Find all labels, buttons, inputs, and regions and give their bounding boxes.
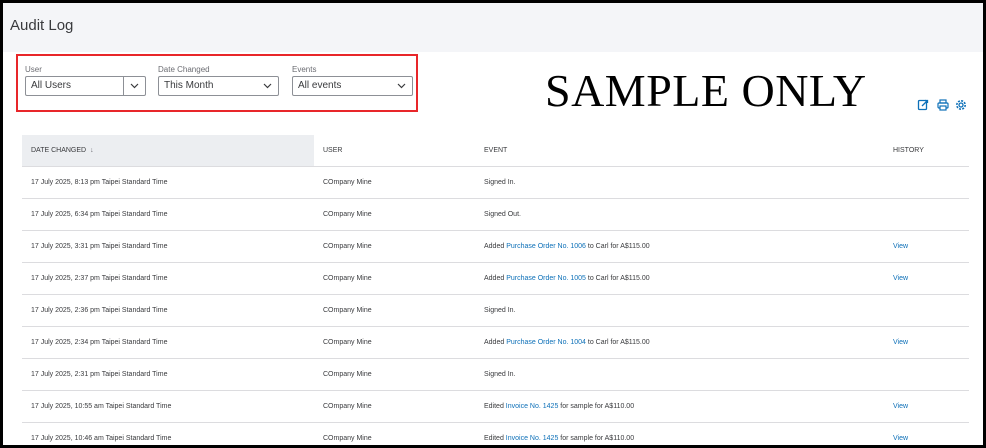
row-event-link[interactable]: Purchase Order No. 1005	[506, 275, 586, 282]
chevron-down-icon	[397, 83, 406, 89]
date-changed-filter-label: Date Changed	[158, 65, 210, 74]
table-row: 17 July 2025, 10:55 am Taipei Standard T…	[22, 391, 969, 423]
row-event: Added Purchase Order No. 1006 to Carl fo…	[484, 231, 650, 262]
row-user: COmpany Mine	[323, 371, 372, 378]
events-filter-label: Events	[292, 65, 317, 74]
row-date: 17 July 2025, 2:36 pm Taipei Standard Ti…	[31, 307, 168, 314]
chevron-down-icon	[263, 83, 272, 89]
page-header: Audit Log	[3, 3, 983, 52]
table-row: 17 July 2025, 8:13 pm Taipei Standard Ti…	[22, 167, 969, 199]
row-user: COmpany Mine	[323, 179, 372, 186]
table-row: 17 July 2025, 2:36 pm Taipei Standard Ti…	[22, 295, 969, 327]
table-row: 17 July 2025, 3:31 pm Taipei Standard Ti…	[22, 231, 969, 263]
row-event: Edited Invoice No. 1425 for sample for A…	[484, 391, 634, 422]
history-view-link[interactable]: View	[893, 327, 908, 358]
row-event-text: Edited	[484, 435, 506, 442]
row-event-suffix: for sample for A$110.00	[558, 435, 635, 442]
date-changed-filter: Date Changed This Month	[158, 65, 279, 96]
row-event: Added Purchase Order No. 1004 to Carl fo…	[484, 327, 650, 358]
row-date: 17 July 2025, 3:31 pm Taipei Standard Ti…	[31, 243, 168, 250]
row-event-link[interactable]: Purchase Order No. 1006	[506, 243, 586, 250]
column-header-event: EVENT	[484, 147, 508, 154]
row-date: 17 July 2025, 8:13 pm Taipei Standard Ti…	[31, 179, 168, 186]
filters-highlight-box: User All Users Date Changed This Month E…	[16, 54, 418, 112]
settings-icon[interactable]	[955, 99, 967, 111]
row-event-suffix: to Carl for A$115.00	[585, 243, 650, 250]
events-filter: Events All events	[292, 65, 413, 96]
history-view-link[interactable]: View	[893, 231, 908, 262]
row-user: COmpany Mine	[323, 211, 372, 218]
row-event-text: Signed In.	[484, 371, 516, 378]
history-view-link[interactable]: View	[893, 423, 908, 445]
user-filter-label: User	[25, 65, 42, 74]
table-header: DATE CHANGED ↓ USER EVENT HISTORY	[22, 135, 969, 167]
row-event-link[interactable]: Invoice No. 1425	[506, 403, 559, 410]
events-select-value: All events	[298, 80, 342, 91]
table-row: 17 July 2025, 6:34 pm Taipei Standard Ti…	[22, 199, 969, 231]
row-event-text: Added	[484, 339, 507, 346]
row-event-text: Added	[484, 275, 507, 282]
select-divider	[123, 77, 124, 95]
history-view-link[interactable]: View	[893, 263, 908, 294]
row-event: Edited Invoice No. 1425 for sample for A…	[484, 423, 635, 445]
row-date: 17 July 2025, 2:34 pm Taipei Standard Ti…	[31, 339, 168, 346]
row-event-link[interactable]: Purchase Order No. 1004	[506, 339, 586, 346]
page-title: Audit Log	[10, 17, 74, 34]
audit-log-window: Audit Log User All Users Date Changed Th…	[0, 0, 986, 448]
row-user: COmpany Mine	[323, 275, 372, 282]
row-user: COmpany Mine	[323, 403, 372, 410]
row-event-text: Signed In.	[484, 179, 516, 186]
column-header-user: USER	[323, 147, 343, 154]
column-header-date-changed[interactable]: DATE CHANGED ↓	[22, 135, 314, 166]
chevron-down-icon	[130, 83, 139, 89]
column-header-history: HISTORY	[893, 147, 924, 154]
column-header-date-changed-label: DATE CHANGED	[31, 147, 87, 154]
export-icon[interactable]	[917, 99, 929, 111]
row-user: COmpany Mine	[323, 307, 372, 314]
user-select[interactable]: All Users	[25, 76, 146, 96]
row-event: Signed In.	[484, 359, 516, 390]
row-event-text: Edited	[484, 403, 506, 410]
user-select-value: All Users	[31, 80, 72, 91]
row-date: 17 July 2025, 6:34 pm Taipei Standard Ti…	[31, 211, 168, 218]
row-event-link[interactable]: Invoice No. 1425	[506, 435, 559, 442]
row-date: 17 July 2025, 2:31 pm Taipei Standard Ti…	[31, 371, 168, 378]
sample-only-watermark: SAMPLE ONLY	[545, 65, 867, 116]
row-event-suffix: for sample for A$110.00	[558, 403, 635, 410]
row-event: Signed In.	[484, 295, 516, 326]
row-user: COmpany Mine	[323, 435, 372, 442]
row-event-suffix: to Carl for A$115.00	[585, 339, 650, 346]
row-user: COmpany Mine	[323, 243, 372, 250]
sort-arrow-icon: ↓	[90, 147, 94, 154]
row-event: Added Purchase Order No. 1005 to Carl fo…	[484, 263, 650, 294]
row-event-suffix: to Carl for A$115.00	[585, 275, 650, 282]
table-row: 17 July 2025, 2:37 pm Taipei Standard Ti…	[22, 263, 969, 295]
events-select[interactable]: All events	[292, 76, 413, 96]
table-row: 17 July 2025, 2:31 pm Taipei Standard Ti…	[22, 359, 969, 391]
row-event: Signed In.	[484, 167, 516, 198]
print-icon[interactable]	[937, 99, 949, 111]
history-view-link[interactable]: View	[893, 391, 908, 422]
row-date: 17 July 2025, 10:55 am Taipei Standard T…	[31, 403, 172, 410]
row-event-text: Signed Out.	[484, 211, 521, 218]
table-body: 17 July 2025, 8:13 pm Taipei Standard Ti…	[22, 167, 969, 445]
row-user: COmpany Mine	[323, 339, 372, 346]
row-date: 17 July 2025, 10:46 am Taipei Standard T…	[31, 435, 172, 442]
user-filter: User All Users	[25, 65, 146, 96]
audit-log-table: DATE CHANGED ↓ USER EVENT HISTORY 17 July…	[22, 135, 969, 445]
row-event: Signed Out.	[484, 199, 521, 230]
table-row: 17 July 2025, 10:46 am Taipei Standard T…	[22, 423, 969, 445]
row-event-text: Added	[484, 243, 507, 250]
date-changed-select[interactable]: This Month	[158, 76, 279, 96]
table-row: 17 July 2025, 2:34 pm Taipei Standard Ti…	[22, 327, 969, 359]
row-date: 17 July 2025, 2:37 pm Taipei Standard Ti…	[31, 275, 168, 282]
date-changed-select-value: This Month	[164, 80, 214, 91]
row-event-text: Signed In.	[484, 307, 516, 314]
